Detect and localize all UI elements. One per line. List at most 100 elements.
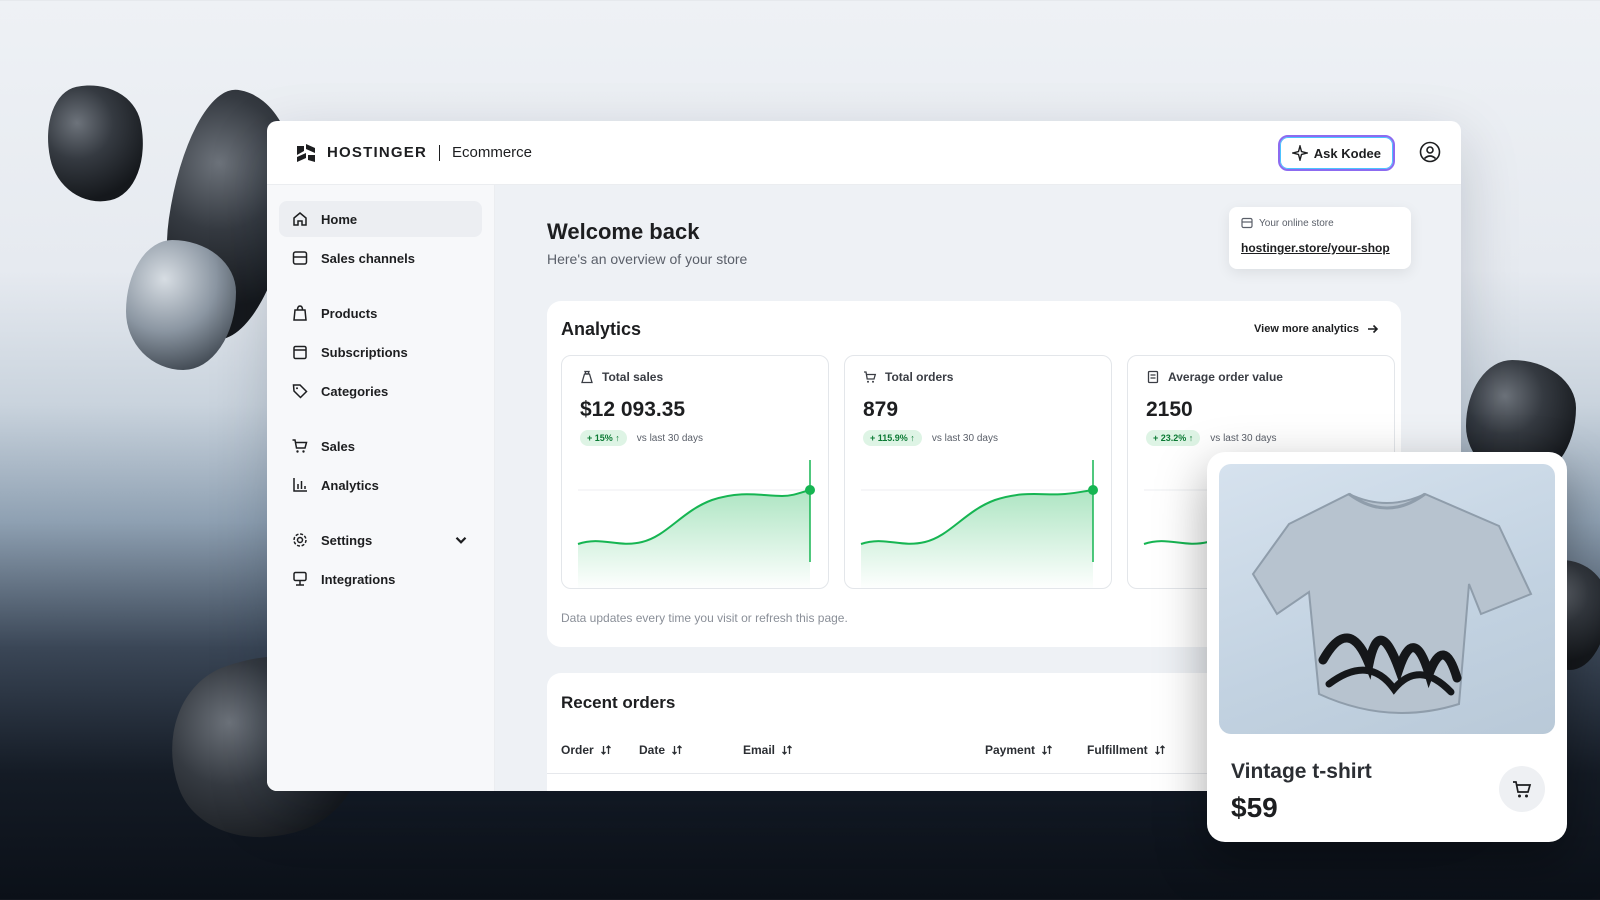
sparkle-icon (1291, 145, 1308, 161)
store-icon (1241, 217, 1253, 229)
user-circle-icon[interactable] (1419, 141, 1441, 163)
column-label: Date (639, 743, 666, 757)
column-label: Order (561, 743, 594, 757)
sidebar-item-sales-channels[interactable]: Sales channels (279, 240, 482, 276)
sidebar-item-products[interactable]: Products (279, 295, 482, 331)
bar-chart-icon (293, 478, 307, 492)
change-value: + 15% (587, 433, 613, 443)
product-name: Vintage t-shirt (1231, 760, 1372, 783)
sidebar-item-home[interactable]: Home (279, 201, 482, 237)
brand-divider (438, 144, 440, 161)
tag-icon (292, 384, 308, 399)
sidebar-item-label: Sales (321, 438, 355, 454)
recent-orders-title: Recent orders (561, 693, 676, 712)
arrow-right-icon (1368, 324, 1379, 334)
sidebar-item-label: Settings (321, 532, 373, 548)
column-label: Fulfillment (1087, 743, 1148, 757)
sort-icon (600, 745, 611, 755)
comparison-text: vs last 30 days (636, 432, 703, 444)
sidebar-item-categories[interactable]: Categories (279, 373, 482, 409)
sales-sparkline (577, 460, 815, 588)
store-label: Your online store (1259, 217, 1334, 229)
column-header-email[interactable]: Email (743, 743, 793, 757)
bag-icon (293, 305, 307, 321)
view-more-analytics-link[interactable]: View more analytics (1254, 323, 1379, 335)
online-store-card: Your online store hostinger.store/your-s… (1229, 207, 1411, 269)
hostinger-logo-icon (297, 143, 315, 162)
page-subtitle: Here's an overview of your store (547, 251, 748, 267)
column-header-payment[interactable]: Payment (985, 743, 1053, 757)
add-to-cart-button[interactable] (1499, 766, 1545, 812)
column-header-fulfillment[interactable]: Fulfillment (1087, 743, 1166, 757)
sidebar-item-label: Products (321, 305, 378, 321)
stat-value: 879 (863, 398, 899, 421)
rock-decoration (126, 240, 236, 370)
logo[interactable]: HOSTINGER Ecommerce (295, 142, 532, 164)
change-badge: + 115.9% ↑ (863, 430, 922, 446)
cart-icon (292, 439, 308, 453)
sort-icon (672, 745, 682, 755)
view-more-label: View more analytics (1254, 323, 1359, 335)
store-icon (292, 251, 308, 265)
plug-icon (293, 571, 307, 586)
stat-value: 2150 (1146, 398, 1193, 421)
cart-icon (864, 371, 877, 383)
orders-sparkline (860, 460, 1098, 588)
receipt-icon (1147, 370, 1159, 384)
stat-change-row: + 15% ↑ vs last 30 days (580, 430, 703, 446)
sort-icon (1154, 745, 1165, 755)
store-url-link[interactable]: hostinger.store/your-shop (1241, 241, 1399, 255)
stat-label-row: Total orders (863, 370, 953, 384)
rock-decoration (36, 75, 156, 211)
ask-kodee-button[interactable]: Ask Kodee (1277, 135, 1395, 171)
cart-icon (1513, 781, 1532, 798)
money-bag-icon (581, 370, 593, 384)
tshirt-image (1251, 492, 1533, 714)
sidebar-item-label: Home (321, 211, 358, 227)
stat-label-row: Total sales (580, 370, 663, 384)
column-label: Email (743, 743, 776, 757)
stat-label-row: Average order value (1146, 370, 1283, 384)
sidebar-item-label: Subscriptions (321, 344, 408, 360)
column-header-date[interactable]: Date (639, 743, 683, 757)
column-label: Payment (985, 743, 1036, 757)
data-update-note: Data updates every time you visit or ref… (561, 611, 848, 625)
ask-kodee-label: Ask Kodee (1313, 145, 1381, 161)
sidebar-item-sales[interactable]: Sales (279, 428, 482, 464)
stat-change-row: + 23.2% ↑ vs last 30 days (1146, 430, 1276, 446)
comparison-text: vs last 30 days (1210, 432, 1277, 444)
stat-card-total-orders[interactable]: Total orders 879 + 115.9% ↑ vs last 30 d… (844, 355, 1112, 589)
column-header-order[interactable]: Order (561, 743, 612, 757)
store-label-row: Your online store (1241, 217, 1399, 229)
page-title: Welcome back (547, 219, 700, 244)
sort-icon (782, 745, 792, 755)
sidebar-item-subscriptions[interactable]: Subscriptions (279, 334, 482, 370)
sort-icon (1042, 745, 1052, 755)
change-value: + 115.9% (870, 433, 908, 443)
sidebar: Home Sales channels Products Subscriptio… (267, 185, 495, 791)
home-icon (293, 212, 307, 226)
sidebar-item-label: Integrations (321, 571, 396, 587)
stat-label: Average order value (1168, 370, 1283, 384)
analytics-title: Analytics (561, 319, 642, 339)
sidebar-item-label: Analytics (321, 477, 379, 493)
product-card[interactable]: Vintage t-shirt $59 (1207, 452, 1567, 842)
comparison-text: vs last 30 days (931, 432, 998, 444)
stat-label: Total orders (885, 370, 954, 384)
stat-value: $12 093.35 (580, 398, 686, 421)
gear-icon (293, 533, 307, 547)
sidebar-item-analytics[interactable]: Analytics (279, 467, 482, 503)
stat-change-row: + 115.9% ↑ vs last 30 days (863, 430, 998, 446)
brand-name: HOSTINGER (327, 144, 427, 161)
sidebar-item-settings[interactable]: Settings (279, 522, 482, 558)
change-badge: + 15% ↑ (580, 430, 627, 446)
product-name: Ecommerce (451, 144, 533, 161)
sidebar-item-integrations[interactable]: Integrations (279, 561, 482, 597)
product-image (1219, 464, 1555, 734)
sidebar-item-label: Categories (321, 383, 389, 399)
stat-label: Total sales (602, 370, 664, 384)
change-badge: + 23.2% ↑ (1146, 430, 1201, 446)
stat-card-total-sales[interactable]: Total sales $12 093.35 + 15% ↑ vs last 3… (561, 355, 829, 589)
top-bar: HOSTINGER Ecommerce Ask Kodee (267, 121, 1461, 185)
change-value: + 23.2% (1153, 433, 1187, 443)
